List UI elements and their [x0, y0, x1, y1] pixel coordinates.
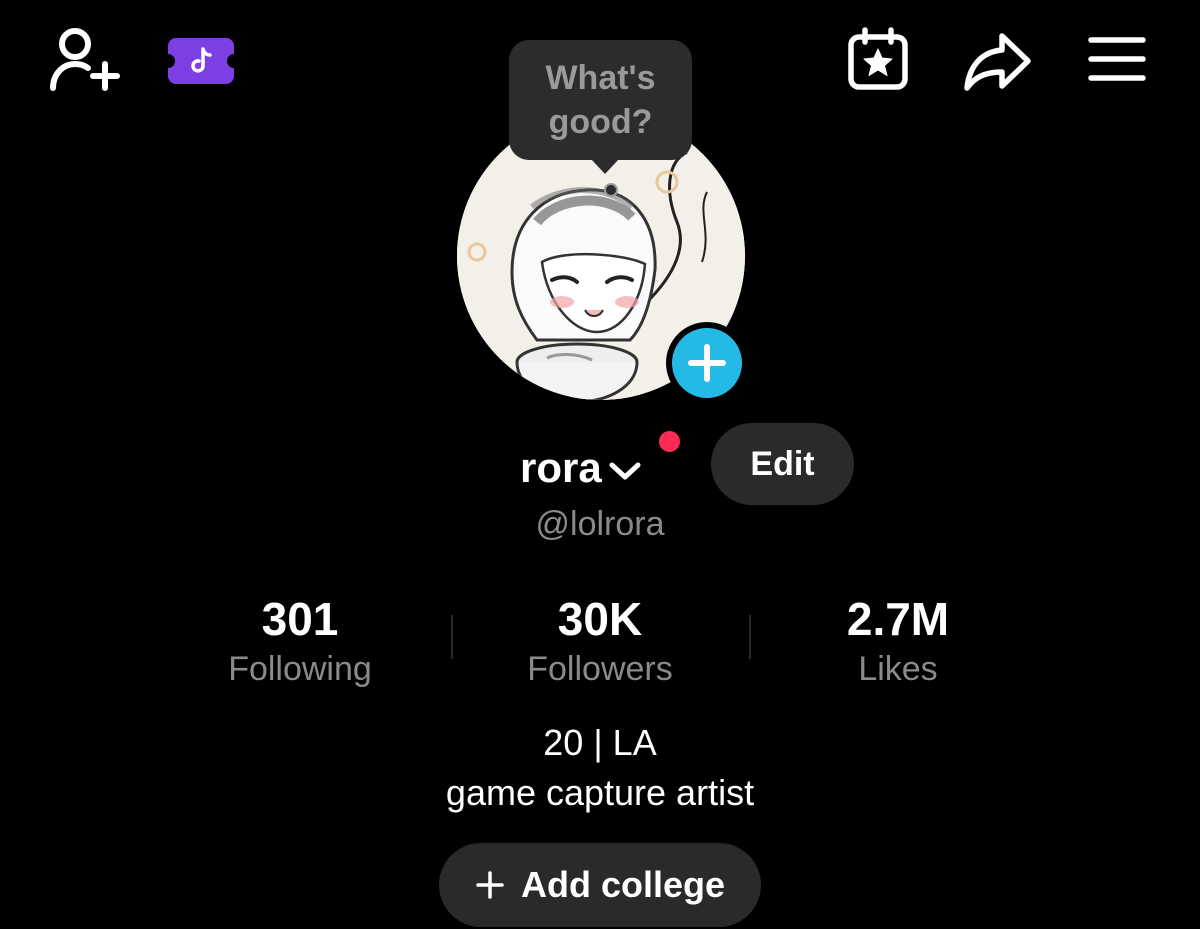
username-handle: @lolrora — [535, 505, 665, 543]
likes-stat[interactable]: 2.7M Likes — [768, 592, 1028, 692]
stat-divider — [451, 615, 453, 659]
bio-line-2: game capture artist — [445, 772, 755, 813]
display-name: rora — [520, 444, 602, 491]
edit-profile-button[interactable]: Edit — [711, 423, 854, 505]
notification-dot — [655, 427, 683, 455]
add-college-label: Add college — [520, 864, 726, 905]
followers-count: 30K — [557, 593, 643, 645]
calendar-star-icon[interactable] — [842, 24, 914, 94]
bubble-tail — [591, 159, 619, 174]
bubble-line-2: good? — [548, 103, 653, 141]
tiktok-ticket-icon[interactable] — [166, 36, 236, 86]
bubble-dot — [604, 183, 618, 197]
share-icon[interactable] — [958, 28, 1038, 94]
account-switcher[interactable]: rora — [520, 438, 642, 498]
menu-icon[interactable] — [1084, 32, 1150, 86]
following-label: Following — [228, 650, 372, 688]
following-count: 301 — [261, 593, 339, 645]
bio-line-1: 20 | LA — [543, 722, 657, 763]
add-story-button[interactable] — [666, 322, 748, 404]
bubble-line-1: What's — [545, 59, 656, 97]
status-bubble[interactable]: What's good? — [509, 40, 692, 174]
plus-icon — [688, 344, 726, 382]
followers-label: Followers — [527, 650, 673, 688]
plus-icon — [476, 871, 504, 899]
add-college-button[interactable]: Add college — [439, 843, 761, 927]
stat-divider — [749, 615, 751, 659]
followers-stat[interactable]: 30K Followers — [470, 592, 730, 692]
likes-label: Likes — [858, 650, 938, 688]
following-stat[interactable]: 301 Following — [170, 592, 430, 692]
likes-count: 2.7M — [846, 593, 950, 645]
chevron-down-icon — [609, 462, 641, 480]
add-friend-icon[interactable] — [44, 24, 124, 94]
